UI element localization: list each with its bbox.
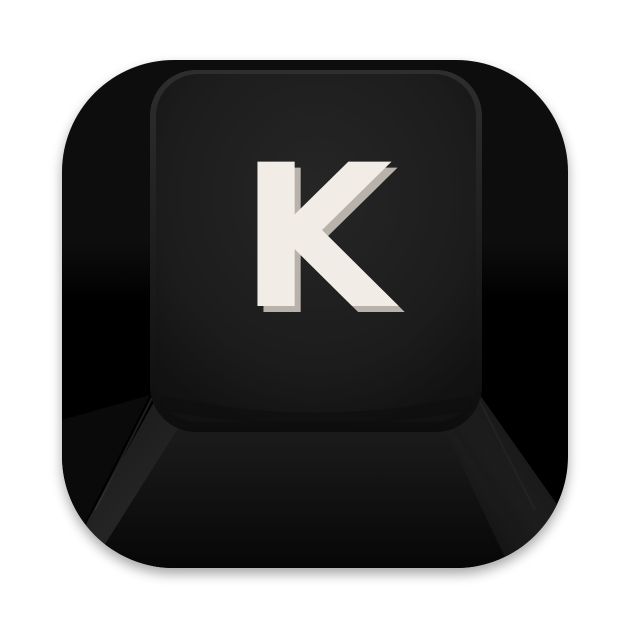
keycap-top-face [156,74,476,422]
app-icon[interactable]: K K [0,0,630,630]
keycap-icon [62,60,568,568]
